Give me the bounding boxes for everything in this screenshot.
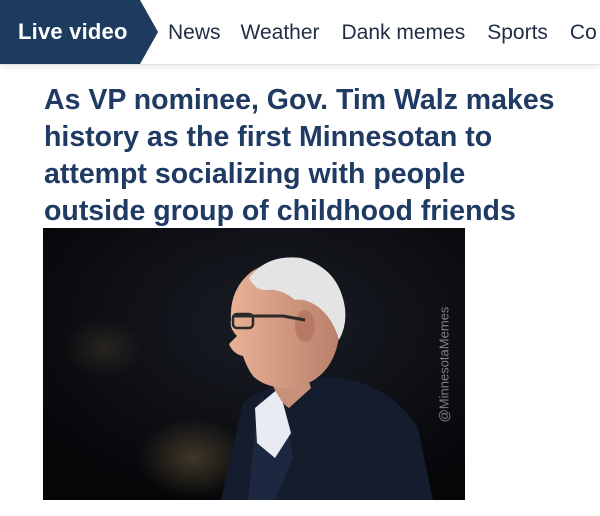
nav-item-sports[interactable]: Sports [487, 21, 548, 45]
live-video-tab[interactable]: Live video [0, 0, 158, 64]
article-photo[interactable]: @MinnesotaMemes [43, 228, 465, 500]
portrait-illustration [43, 228, 465, 500]
live-video-label: Live video [18, 19, 128, 44]
nav-items: News Weather Dank memes Sports Co [168, 21, 600, 45]
photo-watermark: @MinnesotaMemes [428, 236, 460, 492]
nav-item-news[interactable]: News [168, 21, 221, 45]
nav-item-weather[interactable]: Weather [241, 21, 320, 45]
article-headline[interactable]: As VP nominee, Gov. Tim Walz makes histo… [44, 82, 574, 230]
nav-item-dank-memes[interactable]: Dank memes [342, 21, 466, 45]
watermark-text: @MinnesotaMemes [436, 306, 452, 422]
top-navigation-bar: Live video News Weather Dank memes Sport… [0, 0, 600, 65]
nav-item-truncated[interactable]: Co [570, 21, 597, 45]
